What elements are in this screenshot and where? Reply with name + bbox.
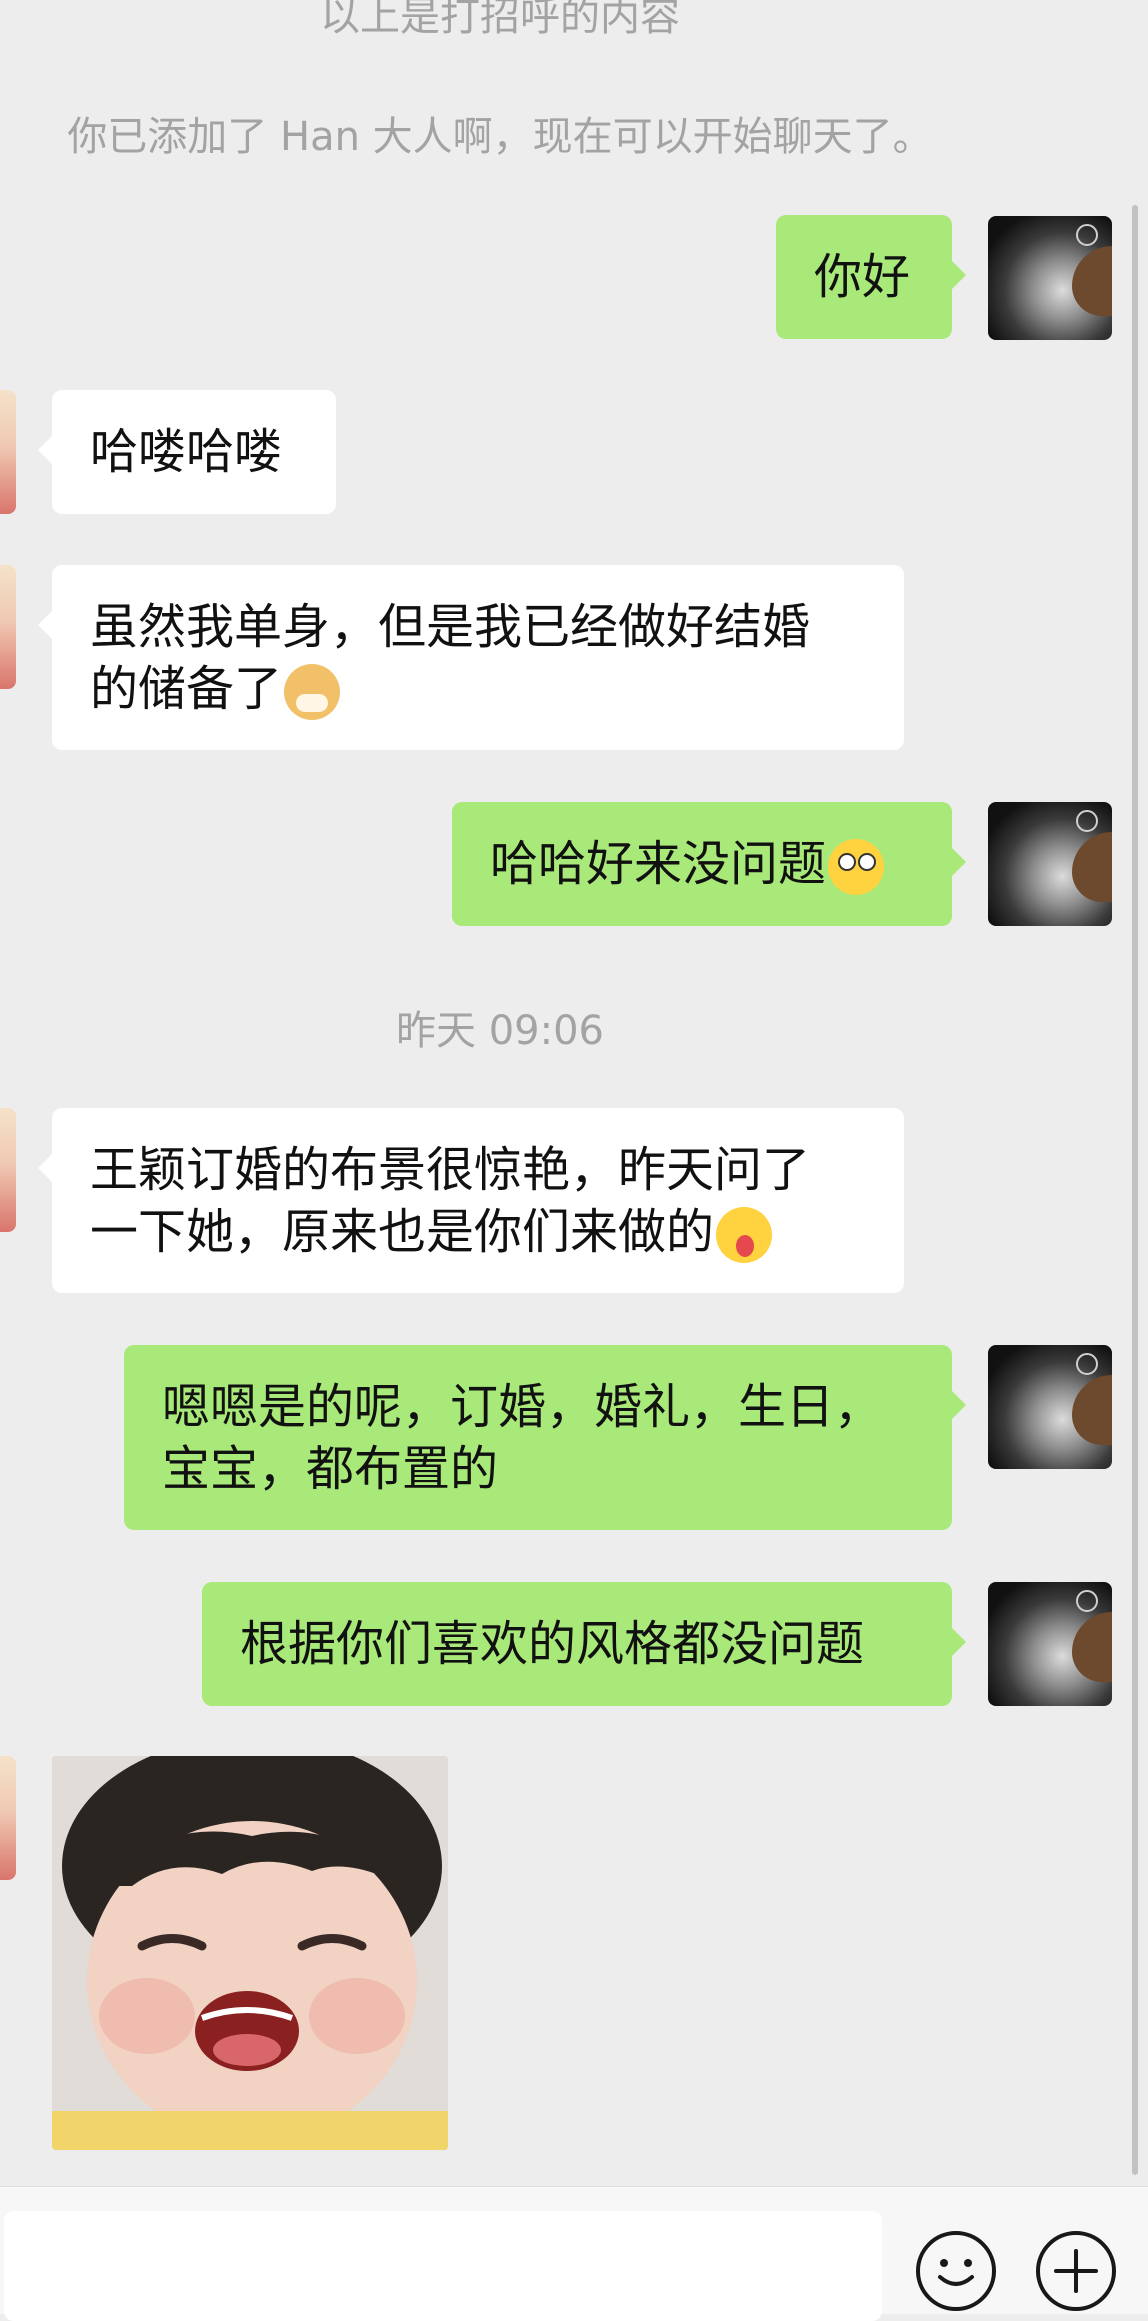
message-text: 哈喽哈喽 [90, 424, 283, 480]
input-bar [0, 2186, 1148, 2321]
message-input[interactable] [4, 2211, 882, 2321]
greeting-header: 以上是打招呼的内容 [320, 0, 680, 40]
contact-avatar[interactable] [0, 1756, 16, 1880]
logo-icon [1076, 1353, 1098, 1375]
scrollbar[interactable] [1132, 205, 1138, 2175]
message-text: 王颖订婚的布景很惊艳，昨天问了 一下她，原来也是你们来做的 [90, 1139, 810, 1263]
contact-avatar[interactable] [0, 565, 16, 689]
baby-laughing-sticker[interactable] [52, 1756, 448, 2150]
message-bubble-sent[interactable]: 哈哈好来没问题 [452, 802, 966, 926]
message-text: 虽然我单身，但是我已经做好结婚 的储备了 [90, 596, 810, 720]
contact-avatar[interactable] [0, 1108, 16, 1232]
doge-emoji-icon [284, 663, 341, 720]
contact-avatar[interactable] [0, 390, 16, 514]
message-text: 根据你们喜欢的风格都没问题 [240, 1616, 865, 1672]
timestamp: 昨天 09:06 [396, 1008, 604, 1054]
message-bubble-received[interactable]: 王颖订婚的布景很惊艳，昨天问了 一下她，原来也是你们来做的 [38, 1108, 904, 1293]
my-avatar[interactable] [988, 1345, 1112, 1469]
logo-icon [1076, 1590, 1098, 1612]
message-bubble-received[interactable]: 虽然我单身，但是我已经做好结婚 的储备了 [38, 565, 904, 750]
message-bubble-sent[interactable]: 你好 [776, 215, 966, 339]
logo-icon [1076, 224, 1098, 246]
my-avatar[interactable] [988, 216, 1112, 340]
my-avatar[interactable] [988, 1582, 1112, 1706]
message-bubble-received[interactable]: 哈喽哈喽 [38, 390, 336, 514]
message-bubble-sent[interactable]: 根据你们喜欢的风格都没问题 [202, 1582, 966, 1706]
hmm-emoji-icon [828, 839, 885, 895]
message-text: 你好 [814, 249, 911, 305]
message-bubble-sent[interactable]: 嗯嗯是的呢，订婚，婚礼，生日， 宝宝，都布置的 [124, 1345, 966, 1530]
added-notice: 你已添加了 Han 大人啊，现在可以开始聊天了。 [67, 114, 933, 160]
message-text: 嗯嗯是的呢，订婚，婚礼，生日， 宝宝，都布置的 [162, 1378, 883, 1497]
wow-emoji-icon [716, 1206, 773, 1263]
message-text: 哈哈好来没问题 [490, 833, 885, 895]
plus-icon [1054, 2249, 1098, 2293]
more-button[interactable] [1036, 2231, 1116, 2311]
logo-icon [1076, 810, 1098, 832]
smiley-icon [938, 2259, 974, 2286]
my-avatar[interactable] [988, 802, 1112, 926]
emoji-button[interactable] [916, 2231, 996, 2311]
